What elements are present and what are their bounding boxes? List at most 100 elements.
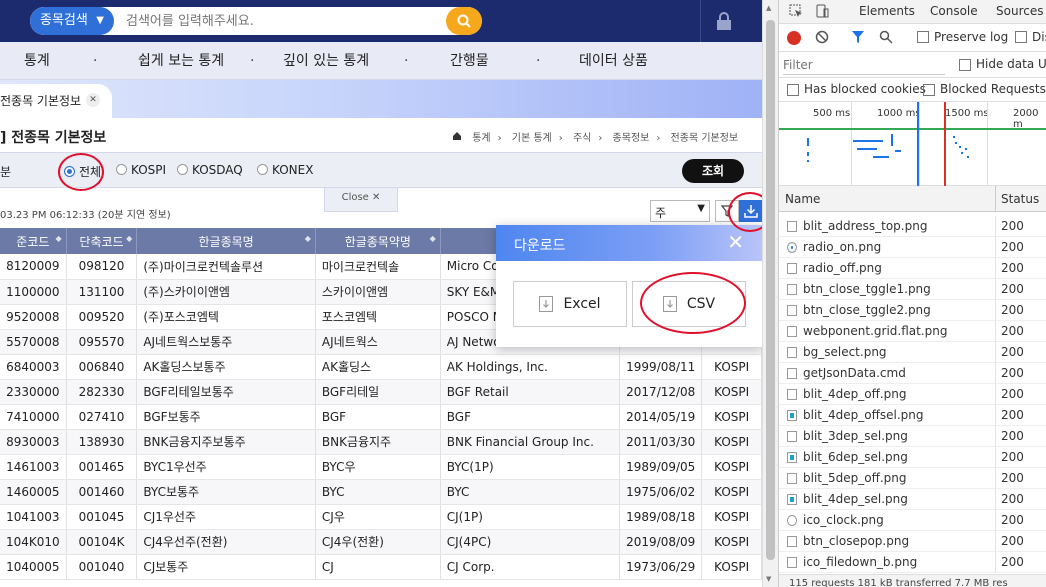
tab-all-stock-info[interactable]: 전종목 기본정보 ✕ bbox=[0, 84, 112, 118]
nav-item-publications[interactable]: 간행물 bbox=[450, 42, 489, 80]
radio-all[interactable]: 전체 bbox=[64, 163, 101, 180]
table-cell: 001460 bbox=[66, 479, 138, 505]
radio-off-icon bbox=[257, 164, 268, 175]
chevron-down-icon: ▼ bbox=[697, 203, 705, 214]
request-status: 200 bbox=[1001, 471, 1024, 485]
request-status: 200 bbox=[1001, 240, 1024, 254]
request-row[interactable]: btn_close_tggle2.png 200 bbox=[779, 300, 1046, 321]
scroll-thumb[interactable] bbox=[766, 20, 775, 560]
record-icon[interactable] bbox=[787, 31, 801, 45]
blocked-requests-checkbox[interactable] bbox=[923, 84, 935, 96]
table-row[interactable]: 8930003 138930 BNK금융지주보통주 BNK금융지주 BNK Financ… bbox=[0, 429, 762, 455]
request-name: blit_4dep_off.png bbox=[803, 387, 907, 401]
nav-item-deep-stats[interactable]: 깊이 있는 통계 bbox=[283, 42, 369, 80]
excel-download-button[interactable]: Excel bbox=[513, 281, 627, 327]
request-row[interactable]: blit_address_top.png 200 bbox=[779, 216, 1046, 237]
nav-item-easy-stats[interactable]: 쉽게 보는 통계 bbox=[138, 42, 224, 80]
request-row[interactable]: blit_6dep_sel.png 200 bbox=[779, 447, 1046, 468]
inspect-icon[interactable] bbox=[789, 4, 803, 21]
hide-data-urls-checkbox[interactable] bbox=[959, 59, 971, 71]
search-type-dropdown[interactable]: 종목검색 ▼ bbox=[30, 7, 114, 35]
table-row[interactable]: 7410000 027410 BGF보통주 BGF BGF 2014/05/19 KOSPI bbox=[0, 404, 762, 430]
breadcrumb-item[interactable]: 주식 bbox=[573, 133, 591, 144]
request-row[interactable]: blit_4dep_off.png 200 bbox=[779, 384, 1046, 405]
unit-select[interactable]: 주 ▼ bbox=[650, 200, 710, 222]
request-row[interactable]: radio_off.png 200 bbox=[779, 258, 1046, 279]
radio-kosdaq[interactable]: KOSDAQ bbox=[177, 163, 243, 177]
search-input[interactable] bbox=[126, 7, 446, 35]
breadcrumb-item[interactable]: 통계 bbox=[472, 133, 490, 144]
request-row[interactable]: blit_5dep_off.png 200 bbox=[779, 468, 1046, 489]
request-row[interactable]: getJsonData.cmd 200 bbox=[779, 363, 1046, 384]
request-row[interactable]: ico_filedown_b.png 200 bbox=[779, 552, 1046, 573]
table-row[interactable]: 1461003 001465 BYC1우선주 BYC우 BYC(1P) 1989/09/0… bbox=[0, 454, 762, 480]
table-row[interactable]: 1460005 001460 BYC보통주 BYC BYC 1975/06/02 KOSPI bbox=[0, 479, 762, 505]
popup-close-icon[interactable]: ✕ bbox=[727, 232, 744, 252]
column-separator bbox=[995, 237, 996, 258]
request-row[interactable]: webponent.grid.flat.png 200 bbox=[779, 321, 1046, 342]
clear-icon[interactable] bbox=[815, 30, 829, 47]
column-header[interactable]: 준코드 ◆ bbox=[0, 228, 67, 254]
request-row[interactable]: bg_select.png 200 bbox=[779, 342, 1046, 363]
request-row[interactable]: blit_4dep_sel.png 200 bbox=[779, 489, 1046, 510]
request-row[interactable]: btn_close_tggle1.png 200 bbox=[779, 279, 1046, 300]
network-filter-input[interactable] bbox=[783, 55, 945, 75]
table-cell: 7410000 bbox=[0, 404, 67, 430]
nav-item-stats[interactable]: 통계 bbox=[24, 42, 50, 80]
request-row[interactable]: ico_clock.png 200 bbox=[779, 510, 1046, 531]
search-button[interactable] bbox=[446, 7, 482, 35]
column-header[interactable]: 한글종목약명 ◆ bbox=[315, 228, 441, 254]
file-type-icon bbox=[787, 452, 797, 463]
download-button[interactable] bbox=[739, 200, 762, 222]
request-row[interactable]: blit_4dep_offsel.png 200 bbox=[779, 405, 1046, 426]
request-row[interactable]: btn_closepop.png 200 bbox=[779, 531, 1046, 552]
table-cell: AK홀딩스보통주 bbox=[136, 354, 316, 380]
radio-kospi[interactable]: KOSPI bbox=[116, 163, 166, 177]
tab-elements[interactable]: Elements bbox=[859, 4, 915, 18]
chevron-down-icon: ▼ bbox=[96, 15, 104, 26]
file-type-icon bbox=[787, 473, 797, 484]
page-scrollbar[interactable]: ▲ ▼ bbox=[762, 0, 778, 587]
radio-konex[interactable]: KONEX bbox=[257, 163, 313, 177]
table-row[interactable]: 6840003 006840 AK홀딩스보통주 AK홀딩스 AK Holdings, I… bbox=[0, 354, 762, 380]
table-cell: KOSPI bbox=[701, 404, 762, 430]
request-row[interactable]: blit_3dep_sel.png 200 bbox=[779, 426, 1046, 447]
breadcrumb-item[interactable]: 전종목 기본정보 bbox=[671, 133, 739, 144]
tab-close-icon[interactable]: ✕ bbox=[86, 93, 100, 107]
file-download-icon bbox=[539, 296, 554, 312]
nav-separator: · bbox=[536, 53, 541, 69]
query-button[interactable]: 조회 bbox=[682, 159, 744, 183]
request-row[interactable]: radio_on.png 200 bbox=[779, 237, 1046, 258]
tab-console[interactable]: Console bbox=[930, 4, 978, 18]
breadcrumb-item[interactable]: 기본 통계 bbox=[512, 133, 552, 144]
request-name: ico_filedown_b.png bbox=[803, 555, 918, 569]
filter-button[interactable] bbox=[715, 200, 739, 222]
home-icon[interactable] bbox=[452, 132, 465, 144]
column-header[interactable]: 단축코드 ◆ bbox=[66, 228, 138, 254]
scroll-up-icon[interactable]: ▲ bbox=[766, 4, 771, 12]
scroll-down-icon[interactable]: ▼ bbox=[766, 575, 771, 583]
column-status-header[interactable]: Status bbox=[1001, 192, 1039, 206]
preserve-log-checkbox[interactable] bbox=[917, 31, 929, 43]
nav-item-data-products[interactable]: 데이터 상품 bbox=[579, 42, 648, 80]
has-blocked-cookies-checkbox[interactable] bbox=[787, 84, 799, 96]
csv-download-button[interactable]: CSV bbox=[632, 281, 746, 327]
table-row[interactable]: 2330000 282330 BGF리테일보통주 BGF리테일 BGF Retail 20… bbox=[0, 379, 762, 405]
column-name-header[interactable]: Name bbox=[785, 192, 820, 206]
table-row[interactable]: 1041003 001045 CJ1우선주 CJ우 CJ(1P) 1989/08/18 KO… bbox=[0, 504, 762, 530]
table-row[interactable]: 1040005 001040 CJ보통주 CJ CJ Corp. 1973/06/29 KO… bbox=[0, 554, 762, 580]
disable-cache-checkbox[interactable] bbox=[1015, 31, 1027, 43]
sort-icon: ◆ bbox=[126, 234, 133, 243]
hide-data-urls-label: Hide data UR bbox=[976, 57, 1046, 71]
search-icon[interactable] bbox=[879, 30, 893, 47]
login-button[interactable] bbox=[700, 0, 746, 42]
breadcrumb-item[interactable]: 종목정보 bbox=[613, 133, 650, 144]
column-header[interactable]: 한글종목명 ◆ bbox=[136, 228, 316, 254]
table-cell: BYC bbox=[440, 479, 621, 505]
filter-funnel-icon[interactable] bbox=[851, 30, 865, 47]
request-name: radio_on.png bbox=[803, 240, 882, 254]
network-timeline[interactable]: 500 ms 1000 ms 1500 ms 2000 m bbox=[779, 102, 1046, 186]
device-toggle-icon[interactable] bbox=[815, 4, 829, 21]
table-row[interactable]: 104K010 00104K CJ4우선주(전환) CJ4우(전환) CJ(4PC) 20… bbox=[0, 529, 762, 555]
tab-sources[interactable]: Sources bbox=[996, 4, 1043, 18]
